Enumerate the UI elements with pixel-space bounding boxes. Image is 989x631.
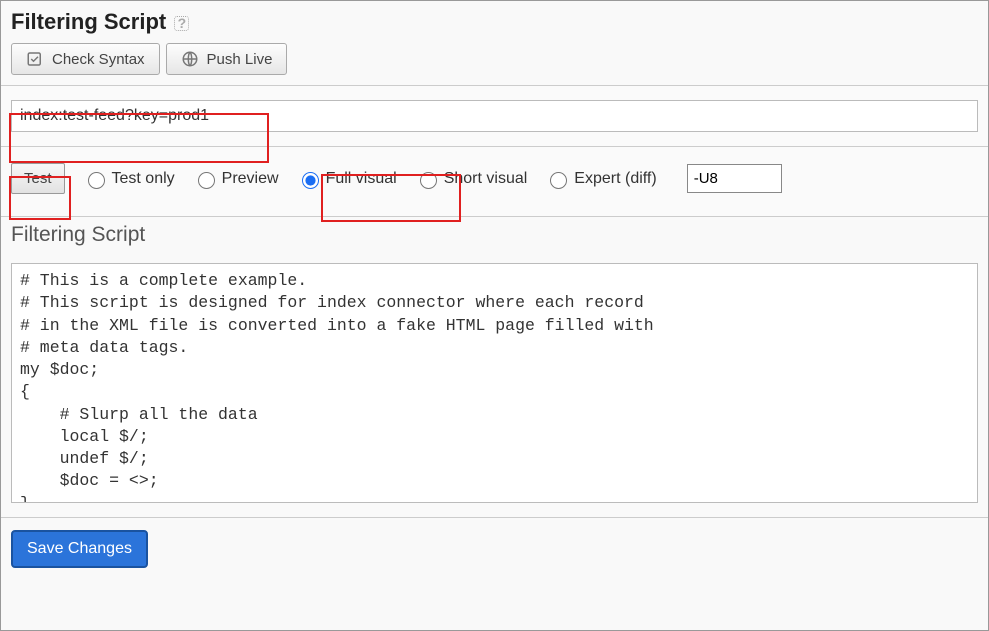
radio-short-visual-input[interactable] xyxy=(420,172,437,189)
radio-preview[interactable]: Preview xyxy=(193,169,279,189)
help-icon[interactable]: ? xyxy=(174,16,189,31)
check-icon xyxy=(26,50,44,68)
diff-options-input[interactable] xyxy=(687,164,782,193)
radio-full-visual[interactable]: Full visual xyxy=(297,169,397,189)
radio-test-only-input[interactable] xyxy=(88,172,105,189)
url-section xyxy=(1,86,988,147)
radio-preview-label: Preview xyxy=(222,170,279,188)
push-live-button[interactable]: Push Live xyxy=(166,43,288,75)
radio-preview-input[interactable] xyxy=(198,172,215,189)
radio-full-visual-label: Full visual xyxy=(326,170,397,188)
radio-full-visual-input[interactable] xyxy=(302,172,319,189)
radio-expert-diff-input[interactable] xyxy=(550,172,567,189)
radio-expert-diff[interactable]: Expert (diff) xyxy=(545,169,656,189)
save-changes-button[interactable]: Save Changes xyxy=(11,530,148,568)
check-syntax-button[interactable]: Check Syntax xyxy=(11,43,160,75)
check-syntax-label: Check Syntax xyxy=(52,51,145,68)
radio-expert-diff-label: Expert (diff) xyxy=(574,170,656,188)
app-panel: Filtering Script ? Check Syntax xyxy=(0,0,989,631)
test-button[interactable]: Test xyxy=(11,163,65,194)
editor-heading-section: Filtering Script xyxy=(1,217,988,257)
footer-section: Save Changes xyxy=(1,518,988,580)
editor-heading: Filtering Script xyxy=(11,223,978,247)
page-title: Filtering Script ? xyxy=(11,9,978,35)
radio-test-only-label: Test only xyxy=(112,170,175,188)
toolbar: Check Syntax Push Live xyxy=(11,43,978,75)
radio-short-visual-label: Short visual xyxy=(444,170,528,188)
header-section: Filtering Script ? Check Syntax xyxy=(1,1,988,86)
radio-test-only[interactable]: Test only xyxy=(83,169,175,189)
script-textarea[interactable] xyxy=(11,263,978,503)
test-controls-section: Test Test only Preview Full visual Short… xyxy=(1,147,988,217)
url-input[interactable] xyxy=(11,100,978,132)
push-live-label: Push Live xyxy=(207,51,273,68)
page-title-text: Filtering Script xyxy=(11,9,166,34)
globe-icon xyxy=(181,50,199,68)
editor-section xyxy=(1,257,988,518)
radio-short-visual[interactable]: Short visual xyxy=(415,169,528,189)
